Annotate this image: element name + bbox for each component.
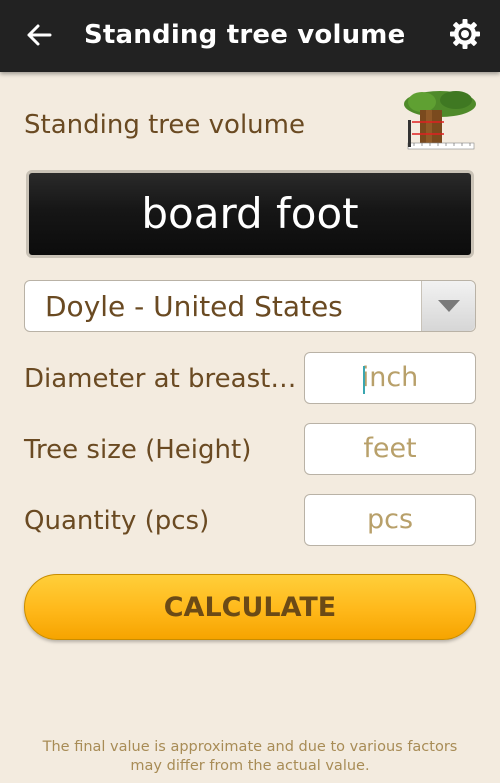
app-bar: Standing tree volume xyxy=(0,0,500,72)
diameter-input[interactable]: inch xyxy=(304,352,476,404)
disclaimer-line-1: The final value is approximate and due t… xyxy=(42,739,458,755)
caret-down-icon xyxy=(437,300,460,312)
calculate-button-label: CALCULATE xyxy=(163,591,337,623)
quantity-input[interactable]: pcs xyxy=(304,494,476,546)
arrow-left-icon xyxy=(27,24,52,46)
gear-icon xyxy=(450,19,480,49)
unit-display[interactable]: board foot xyxy=(26,170,474,258)
height-label: Tree size (Height) xyxy=(24,435,252,465)
height-placeholder: feet xyxy=(363,433,417,464)
text-cursor xyxy=(363,366,365,394)
method-select[interactable]: Doyle - United States xyxy=(24,280,476,332)
tree-measure-icon xyxy=(404,91,476,150)
settings-button[interactable] xyxy=(448,17,482,51)
unit-display-text: board foot xyxy=(141,189,359,238)
diameter-placeholder: inch xyxy=(361,362,419,393)
calculate-button[interactable]: CALCULATE xyxy=(24,574,476,640)
disclaimer-text: The final value is approximate and due t… xyxy=(20,738,480,776)
height-input[interactable]: feet xyxy=(304,423,476,475)
back-button[interactable] xyxy=(22,18,56,52)
app-bar-title: Standing tree volume xyxy=(84,20,406,50)
dropdown-toggle[interactable] xyxy=(421,281,475,331)
quantity-label: Quantity (pcs) xyxy=(24,506,210,536)
method-select-value: Doyle - United States xyxy=(45,290,343,323)
disclaimer-line-2: may differ from the actual value. xyxy=(130,758,370,774)
quantity-placeholder: pcs xyxy=(366,504,414,535)
section-title: Standing tree volume xyxy=(24,110,305,140)
diameter-label: Diameter at breast… xyxy=(24,364,297,394)
